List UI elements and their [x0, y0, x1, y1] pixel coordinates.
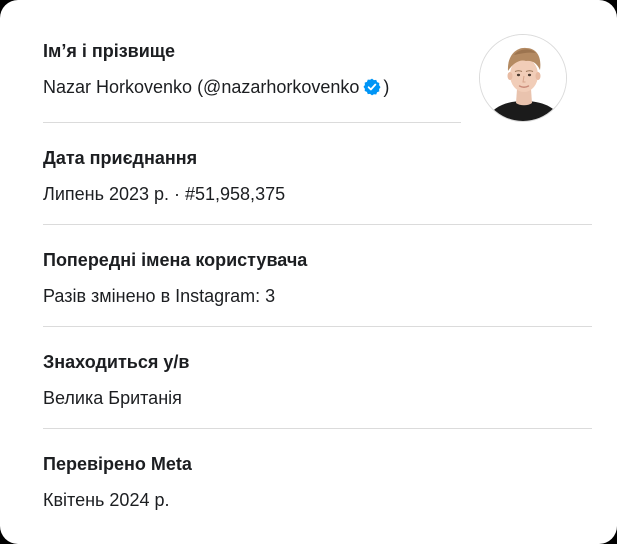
location-section: Знаходиться у/в Велика Британія [43, 351, 592, 409]
username-close-paren: ) [383, 77, 390, 97]
name-section: Ім’я і прізвище Nazar Horkovenko (@nazar… [43, 40, 467, 98]
location-value: Велика Британія [43, 388, 182, 408]
previous-usernames-section: Попередні імена користувача Разів змінен… [43, 249, 592, 307]
divider [43, 122, 461, 123]
verified-badge-icon [363, 78, 381, 96]
username-text: Nazar Horkovenko (@nazarhorkovenko [43, 77, 360, 97]
verified-section: Перевірено Meta Квітень 2024 р. [43, 453, 592, 511]
profile-photo-icon [480, 35, 566, 121]
joined-value: Липень 2023 р. · #51,958,375 [43, 184, 286, 204]
name-label: Ім’я і прізвище [43, 41, 175, 61]
location-label: Знаходиться у/в [43, 352, 190, 372]
joined-label: Дата приєднання [43, 148, 198, 168]
name-value: Nazar Horkovenko (@nazarhorkovenko ) [43, 76, 467, 98]
verified-value: Квітень 2024 р. [43, 490, 170, 510]
previous-usernames-label: Попередні імена користувача [43, 250, 308, 270]
avatar [479, 34, 567, 122]
verified-label: Перевірено Meta [43, 454, 192, 474]
previous-usernames-value: Разів змінено в Instagram: 3 [43, 286, 276, 306]
joined-section: Дата приєднання Липень 2023 р. · #51,958… [43, 147, 592, 205]
divider [43, 326, 592, 327]
divider [43, 224, 592, 225]
account-info-card: Ім’я і прізвище Nazar Horkovenko (@nazar… [0, 0, 617, 544]
divider [43, 428, 592, 429]
